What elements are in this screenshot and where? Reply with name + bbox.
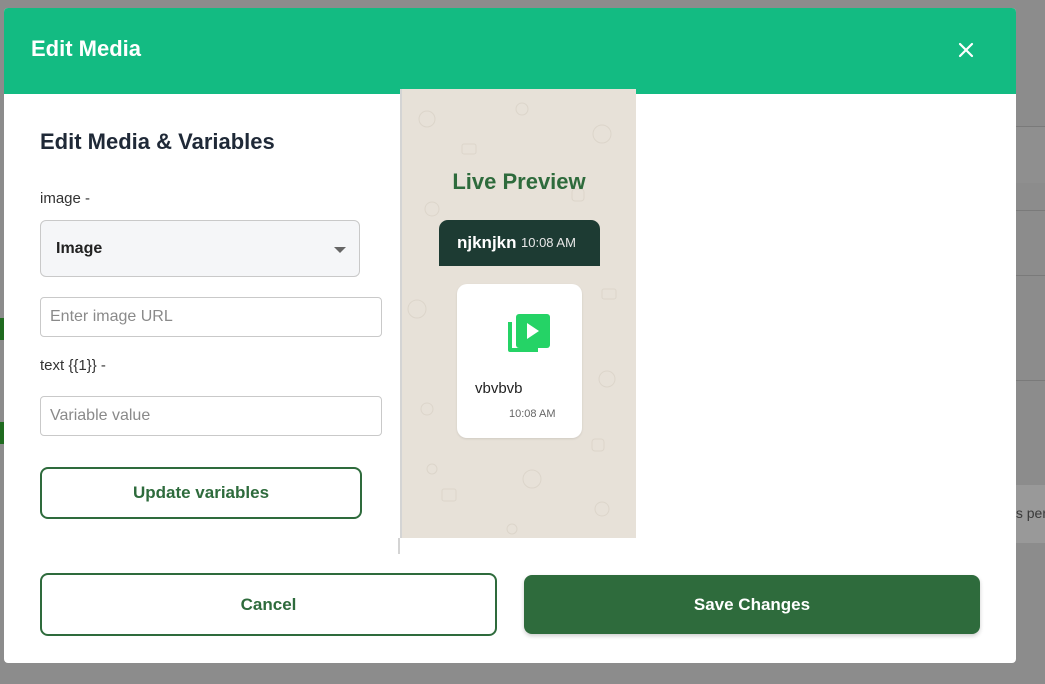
caret-down-icon [334, 247, 346, 253]
save-changes-button[interactable]: Save Changes [524, 575, 980, 634]
image-url-input[interactable] [40, 297, 382, 337]
chat-header-bubble: njknjkn 10:08 AM [439, 220, 600, 266]
close-button[interactable] [952, 36, 980, 64]
edit-media-modal: Edit Media Edit Media & Variables image … [4, 8, 1016, 663]
background-divider [1015, 210, 1045, 211]
text-variable-label: text {{1}} - [40, 357, 106, 374]
close-icon [958, 42, 974, 58]
modal-title: Edit Media [31, 36, 142, 61]
chat-header-name: njknjkn [457, 233, 517, 252]
background-text: s per [1015, 505, 1045, 521]
preview-divider [398, 538, 400, 554]
media-type-select[interactable]: Image [40, 220, 360, 277]
message-card: vbvbvb 10:08 AM [457, 284, 582, 438]
cancel-button[interactable]: Cancel [40, 573, 497, 636]
image-label: image - [40, 190, 91, 207]
background-divider [1015, 126, 1045, 127]
section-title: Edit Media & Variables [40, 129, 275, 154]
chat-header-time: 10:08 AM [521, 235, 576, 250]
live-preview-panel: Live Preview njknjkn 10:08 AM vbvbvb 10:… [400, 89, 636, 538]
video-library-icon [508, 314, 550, 352]
background-divider [1015, 380, 1045, 381]
modal-header: Edit Media [4, 8, 1016, 94]
media-type-value: Image [56, 240, 103, 257]
background-divider [1015, 275, 1045, 276]
message-text: vbvbvb [475, 380, 523, 397]
preview-title: Live Preview [452, 169, 586, 194]
update-variables-button[interactable]: Update variables [40, 467, 362, 519]
background-panel [1015, 126, 1045, 183]
variable-value-input[interactable] [40, 396, 382, 436]
message-time: 10:08 AM [509, 408, 556, 420]
